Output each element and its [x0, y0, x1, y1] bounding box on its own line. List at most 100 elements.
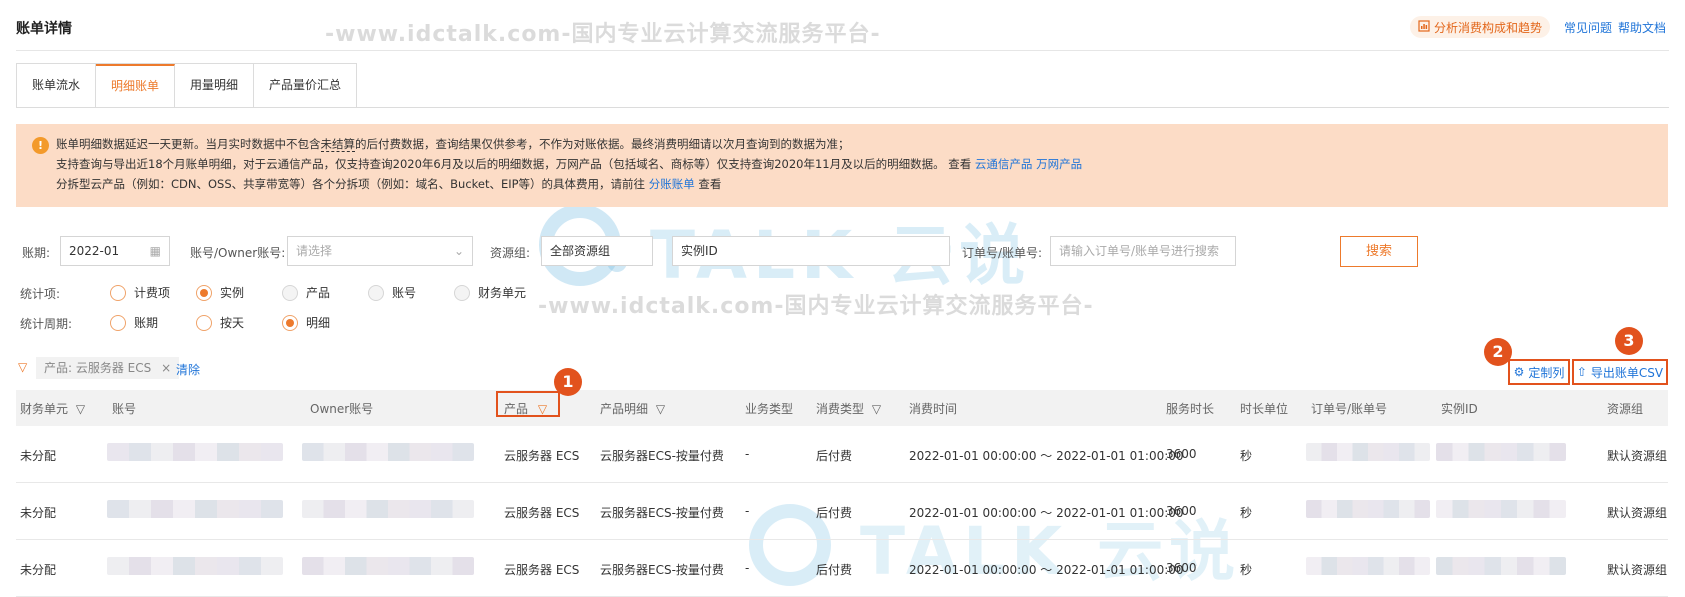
th-label: 财务单元 — [20, 402, 69, 416]
custom-columns-button[interactable]: ⚙ 定制列 — [1508, 359, 1570, 385]
td-owner-account-blurred — [302, 500, 474, 518]
watermark-text: -www.idctalk.com-国内专业云计算交流服务平台- — [325, 22, 881, 47]
radio-period-detail[interactable]: 明细 — [282, 314, 330, 331]
wanwang-link[interactable]: 万网产品 — [1036, 157, 1082, 171]
th-consume-type[interactable]: 消费类型 ▽ — [816, 400, 881, 417]
radio-stat-instance[interactable]: 实例 — [196, 284, 244, 301]
page-title: 账单详情 — [16, 21, 72, 37]
period-picker[interactable]: 2022-01 ▦ — [60, 236, 170, 266]
radio-circle — [282, 314, 298, 331]
active-filter-tag[interactable]: 产品: 云服务器 ECS × — [36, 357, 180, 379]
filter-tag-label: 产品: 云服务器 ECS — [44, 361, 152, 375]
radio-circle — [368, 284, 384, 301]
notice-text: 账单明细数据延迟一天更新。当月实时数据中不包含 — [56, 137, 321, 151]
td-consume-time: 2022-01-01 00:00:00 ～ 2022-01-01 01:00:0… — [909, 506, 1184, 520]
td-instance-id-blurred — [1436, 557, 1566, 575]
th-product-detail[interactable]: 产品明细 ▽ — [600, 400, 665, 417]
filter-icon[interactable]: ▽ — [538, 402, 547, 416]
notice-text: 的后付费数据，查询结果仅供参考，不作为对账依据。最终消费明细请以次月查询到的数据… — [355, 137, 850, 151]
account-placeholder: 请选择 — [296, 244, 333, 258]
notice-text: 分拆型云产品（例如：CDN、OSS、共享带宽等）各个分拆项（例如：域名、Buck… — [56, 177, 646, 191]
cloud-comm-link[interactable]: 云通信产品 — [975, 157, 1033, 171]
account-label: 账号/Owner账号: — [190, 246, 286, 260]
stat-item-label: 统计项: — [20, 287, 61, 301]
trend-analysis-button[interactable]: 分析消费构成和趋势 — [1410, 16, 1551, 38]
radio-label: 按天 — [220, 316, 245, 330]
radio-label: 产品 — [306, 286, 331, 300]
radio-stat-product[interactable]: 产品 — [282, 284, 330, 301]
td-product-detail: 云服务器ECS-按量付费 — [600, 449, 724, 463]
radio-stat-account[interactable]: 账号 — [368, 284, 416, 301]
gear-icon: ⚙ — [1513, 365, 1525, 379]
td-service-duration: 3600 — [1166, 447, 1197, 461]
notice-line-2: 支持查询与导出近18个月账单明细，对于云通信产品，仅支持查询2020年6月及以后… — [56, 154, 1668, 174]
tab-product-price-summary[interactable]: 产品量价汇总 — [254, 64, 357, 107]
instance-select-value: 实例ID — [681, 244, 718, 258]
search-button[interactable]: 搜索 — [1340, 236, 1418, 267]
td-product: 云服务器 ECS — [504, 449, 580, 463]
resgroup-value: 全部资源组 — [550, 244, 611, 258]
th-duration-unit: 时长单位 — [1240, 402, 1289, 416]
th-instance-id: 实例ID — [1441, 402, 1478, 416]
notice-unsettled: 未结算 — [320, 137, 355, 152]
td-business-type: - — [745, 561, 750, 575]
th-service-duration: 服务时长 — [1166, 402, 1215, 416]
callout-badge-3: 3 — [1615, 327, 1643, 355]
td-consume-time: 2022-01-01 00:00:00 ～ 2022-01-01 01:00:0… — [909, 449, 1184, 463]
filter-icon[interactable]: ▽ — [872, 402, 881, 416]
td-account-blurred — [107, 443, 283, 461]
radio-stat-billing-item[interactable]: 计费项 — [110, 284, 170, 301]
filter-icon[interactable]: ▽ — [656, 402, 665, 416]
tab-bill-flow[interactable]: 账单流水 — [17, 64, 97, 107]
custom-columns-label: 定制列 — [1528, 365, 1565, 380]
radio-circle — [110, 314, 126, 331]
td-duration-unit: 秒 — [1240, 449, 1253, 463]
th-finance-unit[interactable]: 财务单元 ▽ — [20, 400, 85, 417]
chevron-down-icon: ⌄ — [453, 244, 464, 258]
order-label: 订单号/账单号: — [962, 246, 1043, 260]
td-finance-unit: 未分配 — [20, 506, 57, 520]
td-order-number-blurred — [1306, 557, 1430, 575]
export-csv-button[interactable]: ⇧ 导出账单CSV — [1572, 359, 1668, 385]
notice-text: 支持查询与导出近18个月账单明细，对于云通信产品，仅支持查询2020年6月及以后… — [56, 157, 972, 171]
td-product: 云服务器 ECS — [504, 506, 580, 520]
radio-circle — [454, 284, 470, 301]
td-resource-group: 默认资源组 — [1607, 506, 1668, 520]
resgroup-select[interactable]: 全部资源组 — [541, 236, 653, 266]
td-resource-group: 默认资源组 — [1607, 449, 1668, 463]
split-bill-link[interactable]: 分账账单 — [649, 177, 695, 191]
td-duration-unit: 秒 — [1240, 506, 1253, 520]
resgroup-label: 资源组: — [490, 246, 531, 260]
th-product[interactable]: 产品 ▽ — [504, 400, 547, 417]
instance-select[interactable]: 实例ID — [672, 236, 950, 266]
th-label: 产品明细 — [600, 402, 649, 416]
info-icon: ! — [32, 137, 49, 154]
td-business-type: - — [745, 504, 750, 518]
radio-period-daily[interactable]: 按天 — [196, 314, 244, 331]
tab-detail-bill[interactable]: 明细账单 — [96, 64, 176, 107]
radio-label: 财务单元 — [478, 286, 527, 300]
td-consume-type: 后付费 — [816, 506, 853, 520]
clear-filter-link[interactable]: 清除 — [176, 361, 200, 378]
th-label: 消费类型 — [816, 402, 865, 416]
radio-period-billing[interactable]: 账期 — [110, 314, 158, 331]
chart-icon — [1418, 19, 1430, 35]
order-search-input[interactable]: 请输入订单号/账单号进行搜索 — [1050, 236, 1236, 266]
td-product-detail: 云服务器ECS-按量付费 — [600, 506, 724, 520]
td-instance-id-blurred — [1436, 500, 1566, 518]
notice-line-3: 分拆型云产品（例如：CDN、OSS、共享带宽等）各个分拆项（例如：域名、Buck… — [56, 174, 1668, 194]
help-docs-link[interactable]: 帮助文档 — [1618, 19, 1666, 36]
tab-usage-detail[interactable]: 用量明细 — [175, 64, 255, 107]
trend-analysis-label: 分析消费构成和趋势 — [1434, 20, 1543, 35]
row-divider — [16, 482, 1668, 483]
td-service-duration: 3600 — [1166, 504, 1197, 518]
td-finance-unit: 未分配 — [20, 563, 57, 577]
close-icon[interactable]: × — [161, 361, 171, 375]
account-select[interactable]: 请选择 ⌄ — [287, 236, 473, 266]
td-owner-account-blurred — [302, 443, 474, 461]
callout-badge-1: 1 — [554, 368, 582, 396]
notice-text: 查看 — [698, 177, 722, 191]
faq-link[interactable]: 常见问题 — [1564, 19, 1612, 36]
filter-icon[interactable]: ▽ — [76, 402, 85, 416]
radio-stat-finance-unit[interactable]: 财务单元 — [454, 284, 526, 301]
